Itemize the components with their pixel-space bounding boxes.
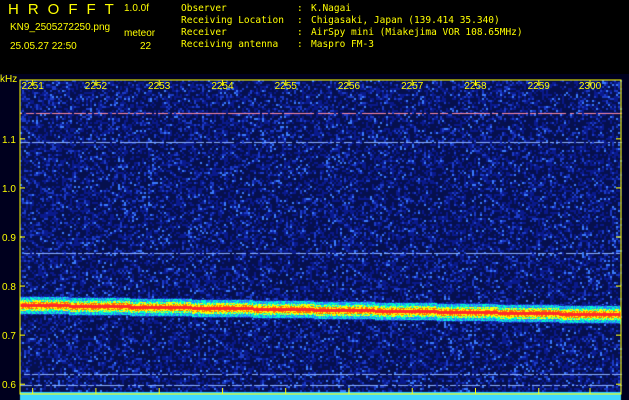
y-tick-label: 0.9 [2, 233, 16, 244]
info-row-antenna: Receiving antenna: Maspro FM-3 [181, 39, 374, 50]
y-tick-label: 1.1 [2, 135, 16, 146]
y-axis-label: kHz [0, 74, 18, 85]
x-tick-label: 2254 [211, 81, 234, 92]
filename-label: KN9_2505272250.png [10, 22, 111, 33]
datetime-label: 25.05.27 22:50 [10, 41, 77, 52]
x-tick-label: 2259 [528, 81, 551, 92]
info-row-location: Receiving Location: Chigasaki, Japan (139… [181, 15, 500, 26]
y-tick-label: 1.0 [2, 184, 16, 195]
spectrogram-axes: 2251 2252 2253 2254 2255 2256 2257 2258 2259 2300… [2, 79, 622, 395]
header: HROFFT 1.0.0f KN9_2505272250.png meteor … [0, 0, 629, 74]
x-tick-label: 2257 [401, 81, 424, 92]
info-row-receiver: Receiver: AirSpy mini (Miakejima VOR 108.… [181, 27, 523, 38]
x-tick-label: 2300 [579, 81, 602, 92]
plot-frame [19, 79, 622, 395]
x-tick-label: 2253 [148, 81, 171, 92]
meteor-count: 22 [140, 41, 152, 52]
info-row-observer: Observer: K.Nagai [181, 3, 352, 14]
version-label: 1.0.0f [124, 3, 150, 14]
y-tick-label: 0.7 [2, 331, 16, 342]
x-tick-label: 2255 [275, 81, 298, 92]
y-tick-label: 0.6 [2, 380, 16, 391]
y-tick-label: 0.8 [2, 282, 16, 293]
station-info: Observer: K.Nagai Receiving Location: Chig… [181, 3, 523, 51]
x-tick-label: 2258 [464, 81, 487, 92]
x-tick-label: 2256 [338, 81, 361, 92]
meteor-label: meteor [124, 28, 156, 39]
x-tick-label: 2251 [22, 81, 45, 92]
x-tick-label: 2252 [85, 81, 108, 92]
app-title: HROFFT [8, 1, 123, 18]
